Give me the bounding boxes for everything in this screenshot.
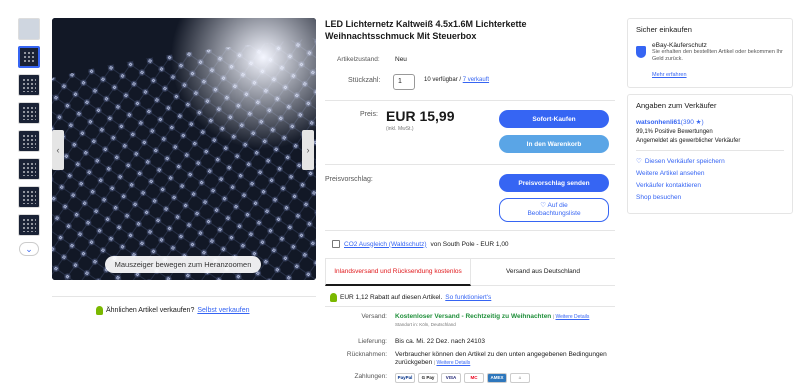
thumbnail[interactable] — [18, 18, 40, 40]
thumbnail-strip: ⌄ — [18, 18, 42, 256]
google-pay-icon: G Pay — [418, 373, 438, 383]
product-title: LED Lichternetz Kaltweiß 4.5x1.6M Lichte… — [325, 19, 527, 41]
co2-link[interactable]: CO2 Ausgleich (Waldschutz) — [344, 241, 427, 248]
thumbnail[interactable] — [18, 130, 40, 152]
co2-checkbox[interactable] — [332, 240, 340, 248]
visit-shop-link[interactable]: Shop besuchen — [636, 194, 784, 201]
mastercard-icon: MC — [464, 373, 484, 383]
tab-domestic-shipping[interactable]: Inlandsversand und Rücksendung kostenlos — [325, 258, 471, 286]
availability: 10 verfügbar / 7 verkauft — [424, 77, 489, 83]
divider — [325, 100, 615, 101]
watchlist-line1: ♡ Auf die — [540, 202, 568, 209]
returns-details-link[interactable]: Weitere Details — [436, 360, 470, 366]
co2-row: CO2 Ausgleich (Waldschutz) von South Pol… — [332, 240, 509, 248]
divider — [52, 296, 316, 297]
thumbnail[interactable] — [18, 186, 40, 208]
seller-card: Angaben zum Verkäufer watsonhenli61(390 … — [627, 94, 793, 214]
shield-icon — [636, 46, 646, 58]
thumbnail[interactable] — [18, 74, 40, 96]
buy-now-button[interactable]: Sofort-Kaufen — [499, 110, 609, 128]
tab-shipping-from-germany[interactable]: Versand aus Deutschland — [471, 258, 615, 286]
rebate-row: EUR 1,12 Rabatt auf diesen Artikel. So f… — [330, 293, 491, 302]
price-tax-note: (inkl. MwSt.) — [386, 126, 414, 132]
heart-icon: ♡ — [636, 158, 642, 165]
sell-similar-text: Ähnlichen Artikel verkaufen? — [106, 307, 195, 314]
sold-link[interactable]: 7 verkauft — [463, 77, 489, 83]
thumbnail[interactable] — [18, 158, 40, 180]
watchlist-button[interactable]: ♡ Auf die Beobachtungsliste — [499, 198, 609, 222]
delivery-value: Bis ca. Mi. 22 Dez. nach 24103 — [395, 338, 485, 345]
more-items-link[interactable]: Weitere Artikel ansehen — [636, 170, 784, 177]
returns-value: Verbraucher können den Artikel zu den un… — [395, 351, 607, 366]
thumbnail[interactable] — [18, 214, 40, 236]
buyer-protection-card: Sicher einkaufen eBay-Käuferschutz Sie e… — [627, 18, 793, 88]
light-net-image — [52, 18, 316, 280]
buyer-protection-title: Sicher einkaufen — [636, 25, 692, 34]
lightbulb-icon — [96, 306, 103, 315]
sell-yourself-link[interactable]: Selbst verkaufen — [197, 307, 249, 314]
price-value: EUR 15,99 — [386, 108, 455, 124]
amex-icon: AMEX — [487, 373, 507, 383]
available-text: 10 verfügbar / — [424, 77, 462, 83]
bank-icon: ⌂ — [510, 373, 530, 383]
divider — [325, 230, 615, 231]
contact-seller-link[interactable]: Verkäufer kontaktieren — [636, 182, 784, 189]
shipping-label: Versand: — [361, 313, 387, 320]
prev-image-button[interactable]: ‹ — [52, 130, 64, 170]
save-seller-text: Diesen Verkäufer speichern — [644, 157, 725, 165]
seller-member-type: Angemeldet als gewerblicher Verkäufer — [636, 138, 741, 144]
buyer-protection-name: eBay-Käuferschutz — [652, 42, 707, 49]
seller-positive: 99,1% Positive Bewertungen — [636, 129, 713, 135]
divider — [325, 306, 615, 307]
thumbnail[interactable] — [18, 102, 40, 124]
shipping-location: Standort in: Köln, Deutschland — [395, 322, 456, 327]
divider — [325, 164, 615, 165]
delivery-label: Lieferung: — [358, 338, 387, 345]
seller-card-title: Angaben zum Verkäufer — [636, 101, 717, 110]
quantity-input[interactable]: 1 — [393, 74, 415, 90]
next-image-button[interactable]: › — [302, 130, 314, 170]
leaf-icon — [330, 293, 337, 302]
shipping-value: Kostenloser Versand - Rechtzeitig zu Wei… — [395, 313, 552, 320]
condition-label: Artikelzustand: — [337, 56, 380, 63]
returns-label: Rücknahmen: — [346, 351, 387, 358]
seller-name[interactable]: watsonhenli61(390 ★) — [636, 118, 784, 126]
co2-text: von South Pole - EUR 1,00 — [430, 240, 509, 248]
thumbnail[interactable] — [18, 46, 40, 68]
product-image[interactable] — [52, 18, 316, 280]
visa-icon: VISA — [441, 373, 461, 383]
rebate-text: EUR 1,12 Rabatt auf diesen Artikel. — [340, 294, 443, 301]
send-offer-button[interactable]: Preisvorschlag senden — [499, 174, 609, 192]
offer-label: Preisvorschlag: — [325, 176, 373, 183]
quantity-label: Stückzahl: — [348, 77, 381, 84]
save-seller-link[interactable]: ♡ Diesen Verkäufer speichern — [636, 157, 784, 166]
add-to-cart-button[interactable]: In den Warenkorb — [499, 135, 609, 153]
learn-more-link[interactable]: Mehr erfahren — [652, 72, 687, 78]
condition-value: Neu — [395, 56, 407, 63]
buyer-protection-desc: Sie erhalten den bestellten Artikel oder… — [652, 49, 783, 62]
divider — [636, 150, 784, 151]
price-label: Preis: — [360, 111, 378, 118]
payment-methods: PayPal G Pay VISA MC AMEX ⌂ — [395, 373, 615, 383]
how-it-works-link[interactable]: So funktioniert's — [445, 294, 491, 301]
sell-similar-row: Ähnlichen Artikel verkaufen? Selbst verk… — [96, 306, 250, 315]
seller-name-text: watsonhenli61 — [636, 119, 681, 126]
seller-feedback-count: (390 ★) — [680, 119, 704, 126]
shipping-tabs: Inlandsversand und Rücksendung kostenlos… — [325, 258, 615, 286]
chevron-down-icon[interactable]: ⌄ — [19, 242, 39, 256]
watchlist-line2: Beobachtungsliste — [527, 210, 581, 217]
shipping-details-link[interactable]: Weitere Details — [556, 314, 590, 320]
zoom-hint: Mauszeiger bewegen zum Heranzoomen — [105, 256, 261, 273]
payments-label: Zahlungen: — [354, 373, 387, 380]
paypal-icon: PayPal — [395, 373, 415, 383]
